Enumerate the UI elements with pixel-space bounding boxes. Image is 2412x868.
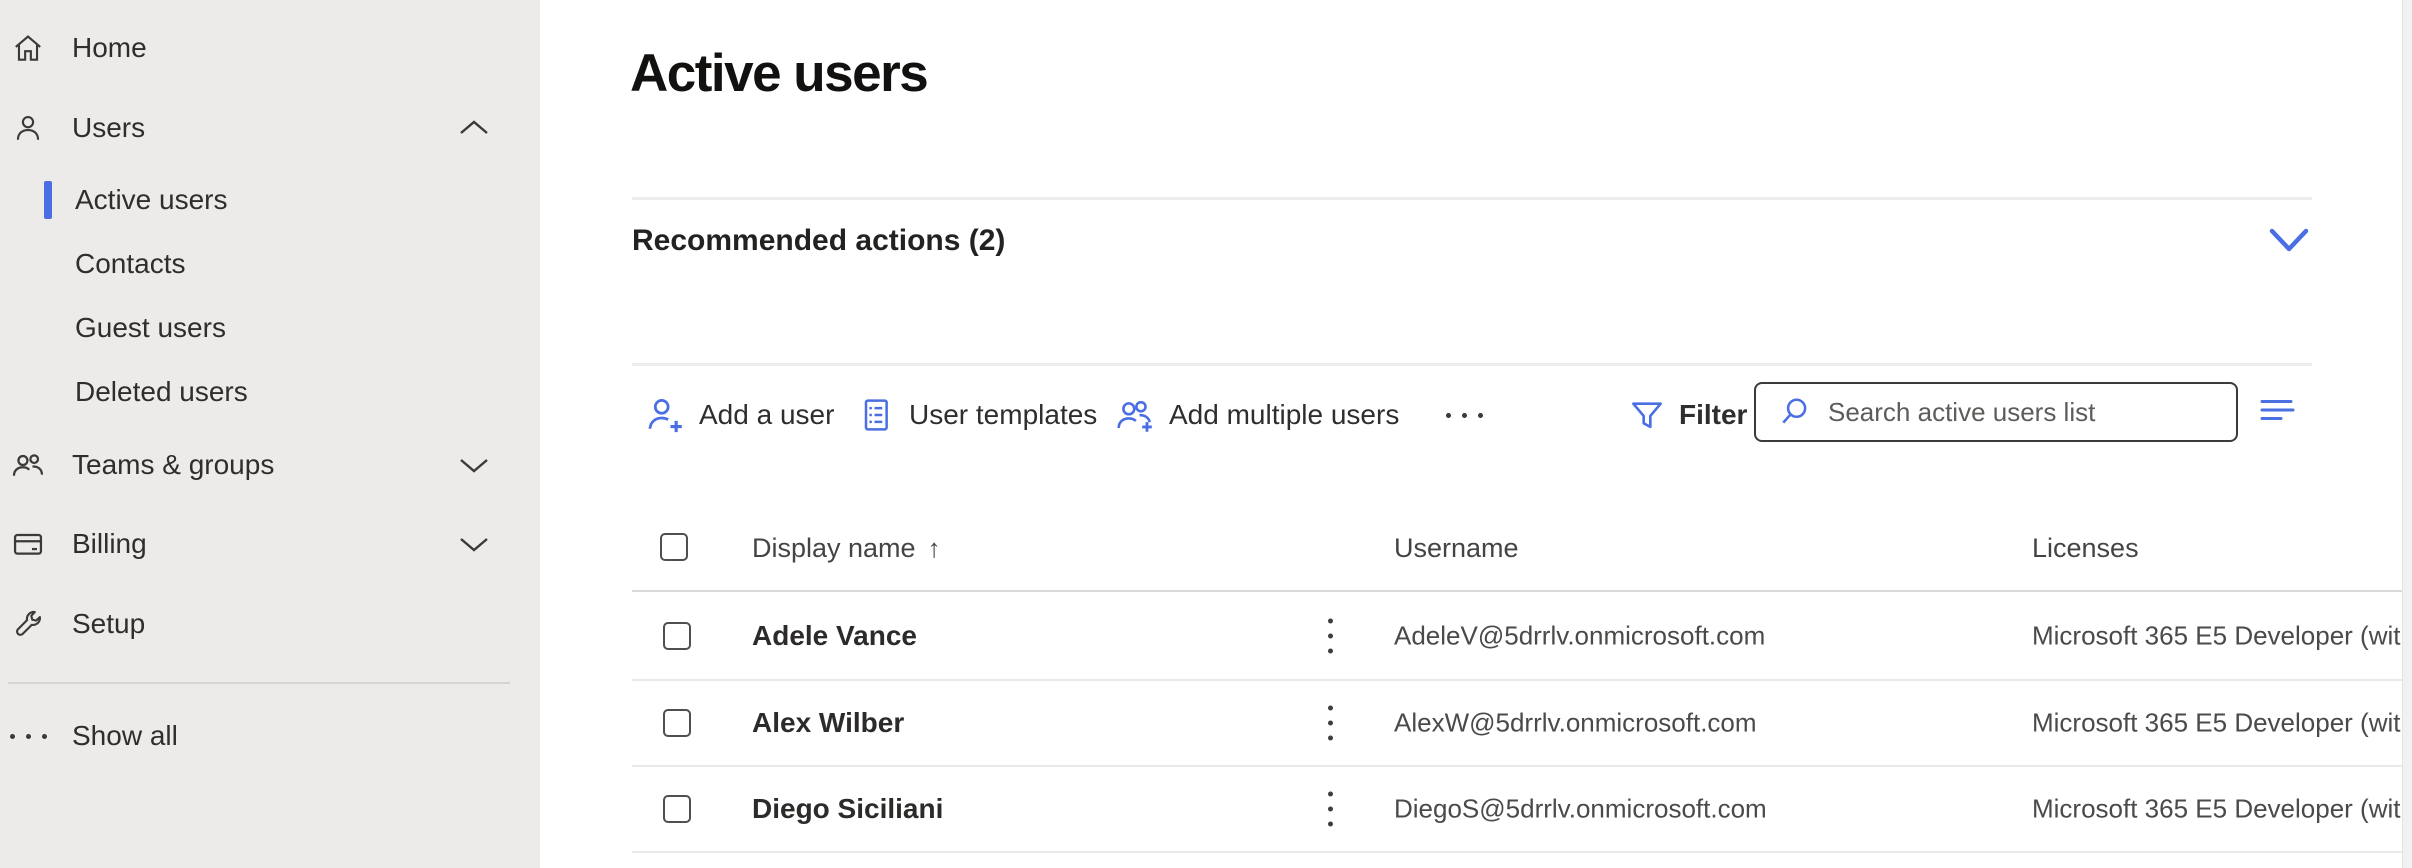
row-checkbox[interactable] bbox=[663, 622, 691, 650]
sidebar-item-label: Contacts bbox=[75, 248, 186, 280]
search-icon bbox=[1778, 395, 1812, 429]
add-a-user-label: Add a user bbox=[699, 401, 834, 429]
template-list-icon bbox=[856, 395, 896, 435]
table-row[interactable]: Adele Vance AdeleV@5drrlv.onmicrosoft.co… bbox=[0, 593, 2402, 679]
sidebar-item-label: Guest users bbox=[75, 312, 226, 344]
add-person-icon bbox=[644, 394, 686, 436]
add-people-icon bbox=[1114, 394, 1156, 436]
user-display-name[interactable]: Adele Vance bbox=[752, 620, 917, 652]
sidebar-item-deleted-users[interactable]: Deleted users bbox=[0, 364, 540, 420]
filter-label: Filter bbox=[1679, 401, 1747, 429]
search-input[interactable] bbox=[1828, 397, 2218, 428]
sort-icon[interactable] bbox=[2260, 398, 2296, 422]
user-display-name[interactable]: Alex Wilber bbox=[752, 707, 904, 739]
section-divider bbox=[632, 363, 2312, 366]
add-multiple-users-button[interactable]: Add multiple users bbox=[1114, 387, 1399, 443]
column-header-licenses[interactable]: Licenses bbox=[2032, 535, 2139, 562]
sidebar-item-label: Home bbox=[72, 32, 147, 64]
column-header-label: Display name bbox=[752, 533, 916, 563]
user-templates-label: User templates bbox=[909, 401, 1097, 429]
section-divider bbox=[632, 197, 2312, 200]
sidebar-item-teams-groups[interactable]: Teams & groups bbox=[0, 437, 540, 493]
select-all-checkbox[interactable] bbox=[660, 533, 688, 561]
sidebar-item-home[interactable]: Home bbox=[0, 20, 540, 76]
home-icon bbox=[8, 28, 48, 68]
recommended-actions-expand-chevron-icon[interactable] bbox=[2266, 224, 2312, 256]
more-options-kebab-icon[interactable] bbox=[1324, 615, 1337, 658]
people-group-icon bbox=[8, 445, 48, 485]
sidebar-item-label: Users bbox=[72, 112, 145, 144]
header-divider bbox=[632, 590, 2412, 592]
chevron-down-icon bbox=[458, 456, 490, 474]
row-checkbox[interactable] bbox=[663, 709, 691, 737]
chevron-down-icon bbox=[458, 535, 490, 553]
user-username: AlexW@5drrlv.onmicrosoft.com bbox=[1394, 708, 1757, 739]
user-display-name[interactable]: Diego Siciliani bbox=[752, 793, 943, 825]
sidebar-item-label: Teams & groups bbox=[72, 449, 274, 481]
sidebar-item-label: Active users bbox=[75, 184, 228, 216]
sidebar-item-label: Deleted users bbox=[75, 376, 248, 408]
more-horizontal-icon bbox=[1446, 413, 1483, 418]
table-row[interactable]: Diego Siciliani DiegoS@5drrlv.onmicrosof… bbox=[0, 766, 2402, 852]
filter-funnel-icon bbox=[1628, 396, 1666, 434]
column-header-username[interactable]: Username bbox=[1394, 535, 1519, 562]
row-checkbox[interactable] bbox=[663, 795, 691, 823]
add-multiple-users-label: Add multiple users bbox=[1169, 401, 1399, 429]
sidebar-item-users[interactable]: Users bbox=[0, 100, 540, 156]
more-options-kebab-icon[interactable] bbox=[1324, 788, 1337, 831]
user-templates-button[interactable]: User templates bbox=[856, 387, 1097, 443]
more-actions-button[interactable] bbox=[1446, 387, 1483, 443]
search-box bbox=[1754, 382, 2238, 442]
vertical-scrollbar-track[interactable] bbox=[2402, 0, 2412, 868]
user-licenses: Microsoft 365 E5 Developer (withou bbox=[2032, 794, 2404, 825]
page-title: Active users bbox=[630, 47, 927, 100]
sidebar-item-active-users[interactable]: Active users bbox=[0, 172, 540, 228]
sidebar-item-billing[interactable]: Billing bbox=[0, 516, 540, 572]
table-row[interactable]: Alex Wilber AlexW@5drrlv.onmicrosoft.com… bbox=[0, 680, 2402, 766]
recommended-actions-heading: Recommended actions (2) bbox=[632, 226, 1005, 256]
user-licenses: Microsoft 365 E5 Developer (withou bbox=[2032, 621, 2404, 652]
user-username: DiegoS@5drrlv.onmicrosoft.com bbox=[1394, 794, 1767, 825]
person-icon bbox=[8, 108, 48, 148]
filter-button[interactable]: Filter bbox=[1628, 387, 1747, 443]
add-a-user-button[interactable]: Add a user bbox=[644, 387, 834, 443]
chevron-up-icon bbox=[458, 119, 490, 137]
row-divider bbox=[632, 851, 2412, 853]
sidebar-item-guest-users[interactable]: Guest users bbox=[0, 300, 540, 356]
user-licenses: Microsoft 365 E5 Developer (withou bbox=[2032, 708, 2404, 739]
user-username: AdeleV@5drrlv.onmicrosoft.com bbox=[1394, 621, 1765, 652]
credit-card-icon bbox=[8, 524, 48, 564]
sort-ascending-arrow: ↑ bbox=[928, 533, 941, 563]
sidebar-item-label: Billing bbox=[72, 528, 147, 560]
selected-indicator bbox=[44, 181, 52, 219]
sidebar-item-contacts[interactable]: Contacts bbox=[0, 236, 540, 292]
column-header-display-name[interactable]: Display name ↑ bbox=[752, 535, 941, 562]
more-options-kebab-icon[interactable] bbox=[1324, 702, 1337, 745]
